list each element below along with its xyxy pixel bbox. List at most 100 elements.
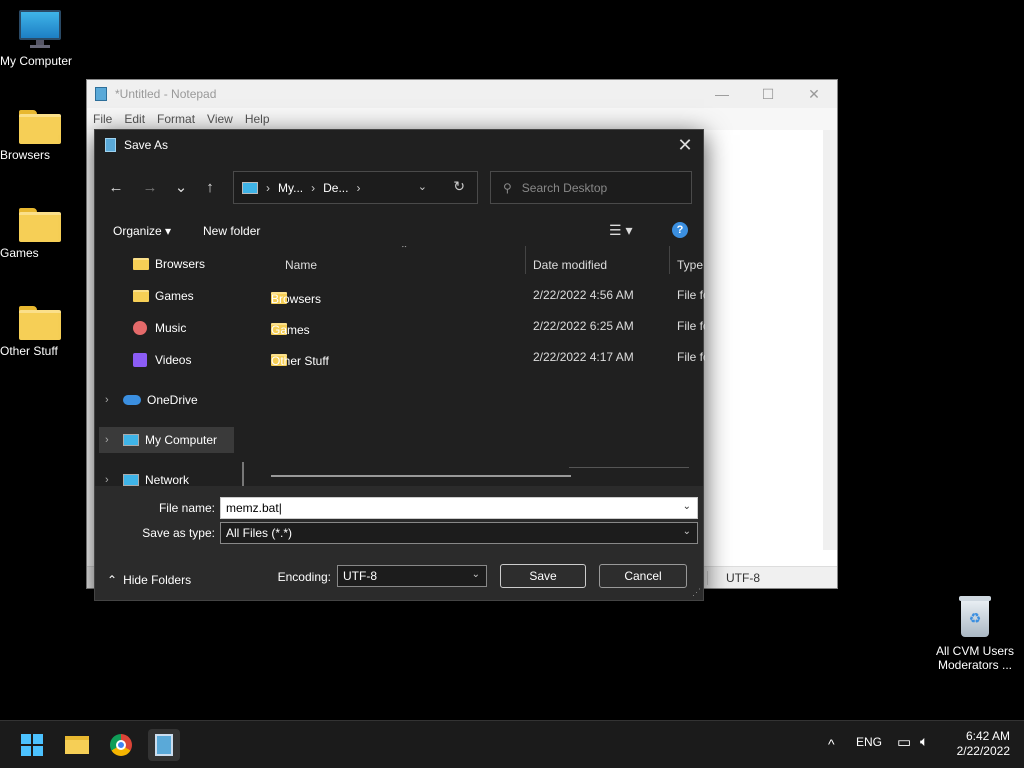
file-list: ⌃ Name Date modified Type Browsers 2/22/… [255, 246, 705, 486]
encoding-value: UTF-8 [343, 569, 377, 583]
encoding-select[interactable]: UTF-8 ⌄ [337, 565, 487, 587]
chevron-right-icon[interactable]: › [105, 394, 109, 406]
nav-item-label: My Computer [145, 433, 218, 447]
file-date: 2/22/2022 4:17 AM [533, 350, 634, 364]
desktop-icon-browsers[interactable]: Browsers [0, 110, 80, 162]
show-hidden-icons-button[interactable]: ^ [828, 736, 835, 752]
file-type: File fo [677, 319, 705, 333]
file-date: 2/22/2022 4:56 AM [533, 288, 634, 302]
address-bar[interactable]: › My... › De... › ⌄ ↻ [233, 171, 478, 204]
network-icon[interactable]: ▭ [897, 733, 911, 751]
nav-item-network[interactable]: › Network [95, 467, 235, 486]
chevron-down-icon[interactable]: ⌄ [683, 526, 691, 537]
chevron-down-icon[interactable]: ⌄ [418, 180, 427, 193]
desktop-icon-my-computer[interactable]: My Computer [0, 10, 80, 68]
clock[interactable]: 6:42 AM 2/22/2022 [957, 729, 1010, 759]
file-row[interactable]: Browsers 2/22/2022 4:56 AM File fo [255, 284, 705, 308]
search-input[interactable]: ⚲ Search Desktop [490, 171, 692, 204]
navigation-pane: Browsers Games Music Videos › OneDrive ›… [95, 246, 253, 486]
taskbar-notepad[interactable] [148, 729, 180, 761]
back-button[interactable]: ← [105, 178, 127, 198]
menu-format[interactable]: Format [157, 112, 195, 126]
filename-label: File name: [158, 501, 215, 515]
dialog-close-button[interactable]: ✕ [675, 135, 695, 155]
chevron-down-icon[interactable]: ⌄ [683, 501, 691, 512]
breadcrumb-separator: › [356, 180, 361, 195]
save-as-dialog: Save As ✕ ← → ⌄ ↑ › My... › De... › ⌄ ↻ … [94, 129, 705, 601]
menu-help[interactable]: Help [245, 112, 270, 126]
clock-time: 6:42 AM [965, 729, 1010, 743]
nav-item-label: Browsers [155, 257, 206, 271]
forward-button[interactable]: → [139, 178, 161, 198]
breadcrumb-my-computer[interactable]: My... [278, 181, 303, 195]
file-name: Browsers [271, 292, 322, 306]
filename-value: memz.bat [226, 501, 279, 515]
hide-folders-button[interactable]: ⌃ Hide Folders [107, 573, 191, 587]
desktop-icon-other-stuff[interactable]: Other Stuff [0, 306, 80, 358]
breadcrumb-separator: › [266, 180, 270, 195]
up-button[interactable]: ↑ [199, 178, 221, 198]
search-icon: ⚲ [503, 180, 512, 195]
nav-pane-scrollbar[interactable] [242, 462, 244, 486]
filename-input[interactable]: memz.bat| ⌄ [220, 497, 698, 519]
desktop-icon-games[interactable]: Games [0, 208, 80, 260]
minimize-button[interactable]: — [699, 80, 745, 108]
folder-icon [19, 306, 61, 340]
refresh-icon[interactable]: ↻ [453, 178, 465, 195]
resize-grip-icon[interactable]: ⋰ [692, 587, 701, 598]
breadcrumb-desktop[interactable]: De... [323, 181, 348, 195]
desktop-icon-label: My Computer [0, 54, 73, 68]
sort-up-icon: ⌃ [400, 246, 409, 255]
taskbar-chrome[interactable] [105, 729, 137, 761]
recent-locations-button[interactable]: ⌄ [170, 178, 192, 198]
dialog-titlebar[interactable]: Save As [95, 130, 703, 160]
organize-button[interactable]: Organize ▾ [113, 224, 171, 238]
menu-file[interactable]: File [93, 112, 112, 126]
chevron-right-icon[interactable]: › [105, 474, 109, 486]
file-name: Games [271, 323, 310, 337]
clock-date: 2/22/2022 [956, 744, 1010, 758]
column-type[interactable]: Type [677, 258, 703, 272]
close-button[interactable]: ✕ [791, 80, 837, 108]
nav-item-my-computer[interactable]: › My Computer [99, 427, 234, 453]
nav-item-videos[interactable]: Videos [133, 347, 191, 373]
computer-icon [19, 10, 61, 50]
nav-item-browsers[interactable]: Browsers [133, 251, 205, 277]
chevron-right-icon[interactable]: › [105, 434, 109, 446]
column-name[interactable]: Name [285, 258, 317, 272]
chevron-down-icon[interactable]: ⌄ [472, 569, 480, 580]
menu-view[interactable]: View [207, 112, 233, 126]
save-as-type-value: All Files (*.*) [226, 526, 293, 540]
menu-edit[interactable]: Edit [124, 112, 145, 126]
notepad-icon [105, 138, 116, 152]
dialog-title: Save As [124, 138, 169, 152]
column-date-modified[interactable]: Date modified [533, 258, 607, 272]
maximize-button[interactable]: ☐ [745, 80, 791, 108]
dialog-toolbar: Organize ▾ New folder ☰ ▾ ? [95, 216, 705, 246]
new-folder-button[interactable]: New folder [203, 224, 260, 238]
nav-item-onedrive[interactable]: › OneDrive [95, 387, 235, 413]
notepad-scrollbar[interactable] [823, 130, 837, 550]
help-icon[interactable]: ? [672, 222, 688, 238]
cancel-button[interactable]: Cancel [599, 564, 687, 588]
start-button[interactable] [16, 729, 48, 761]
taskbar-file-explorer[interactable] [61, 729, 93, 761]
file-date: 2/22/2022 6:25 AM [533, 319, 634, 333]
file-type: File fo [677, 350, 705, 364]
taskbar: ^ ENG ▭ 🔈︎ 6:42 AM 2/22/2022 [0, 720, 1024, 768]
save-as-type-select[interactable]: All Files (*.*) ⌄ [220, 522, 698, 544]
file-row[interactable]: Games 2/22/2022 6:25 AM File fo [255, 315, 705, 339]
save-button[interactable]: Save [500, 564, 586, 588]
computer-icon [242, 181, 258, 194]
desktop-icon-recycle-bin[interactable]: ♻ All CVM Users Moderators ... [930, 596, 1020, 672]
hide-folders-label: Hide Folders [123, 573, 192, 587]
view-options-icon[interactable]: ☰ ▾ [609, 222, 632, 239]
file-name: Other Stuff [271, 354, 329, 368]
nav-item-games[interactable]: Games [133, 283, 194, 309]
cloud-icon [123, 395, 141, 405]
file-list-horizontal-scrollbar[interactable] [271, 475, 571, 477]
volume-icon[interactable]: 🔈︎ [920, 733, 928, 750]
language-indicator[interactable]: ENG [856, 735, 882, 749]
nav-item-music[interactable]: Music [133, 315, 186, 341]
file-row[interactable]: Other Stuff 2/22/2022 4:17 AM File fo [255, 346, 705, 370]
